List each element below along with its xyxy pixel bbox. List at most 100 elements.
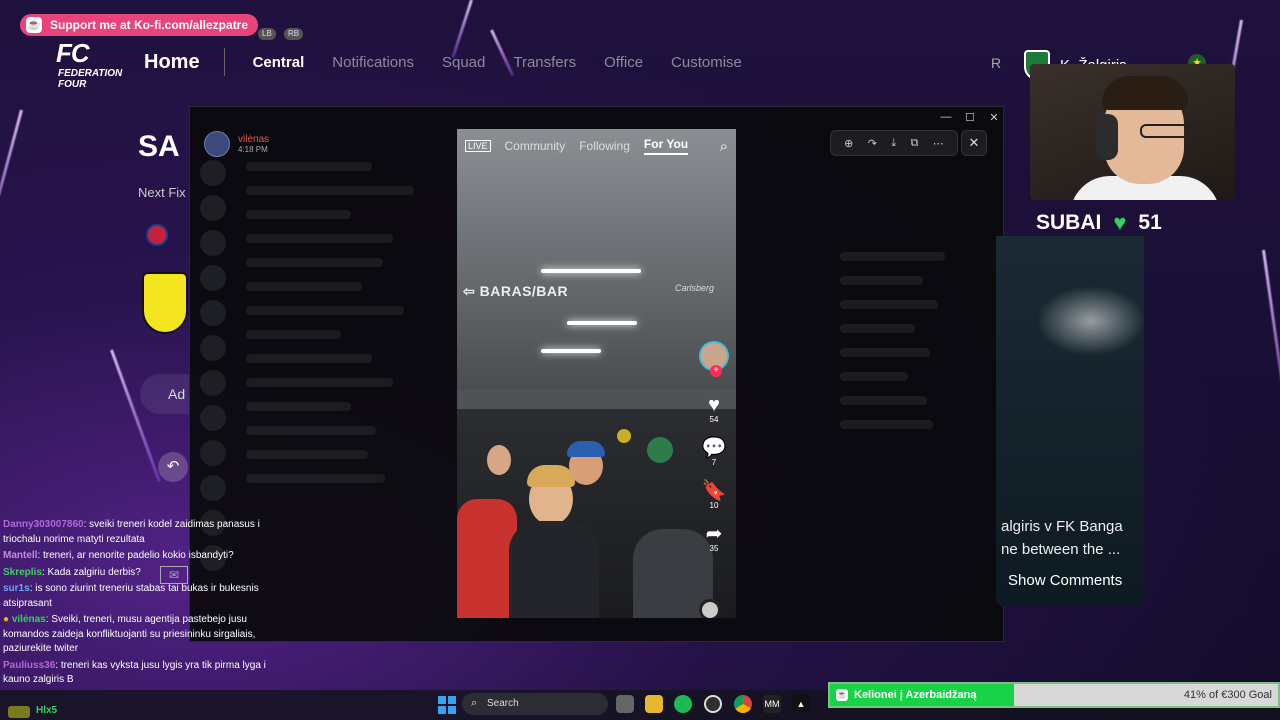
sub-counter-label: SUBAI [1036, 211, 1102, 234]
server-icon[interactable] [200, 265, 226, 291]
donation-goal-bar: ☕ Kelionei į Azerbaidžaną 41% of €300 Go… [828, 682, 1280, 708]
nav-home[interactable]: Home [144, 51, 200, 74]
post-time: 4:18 PM [238, 145, 268, 154]
chat-username[interactable]: Pauliuss36 [3, 660, 55, 671]
bookmark-icon[interactable]: 🔖 [697, 481, 731, 501]
app-mm-icon[interactable]: MM [763, 695, 781, 713]
back-icon[interactable]: ↶ [158, 452, 188, 482]
task-view-icon[interactable] [616, 695, 634, 713]
chat-username[interactable]: Mantell [3, 550, 37, 561]
server-icon[interactable] [200, 160, 226, 186]
video-person-hair [527, 465, 575, 487]
open-external-icon[interactable]: ⧉ [911, 137, 919, 150]
tab-following[interactable]: Following [579, 139, 630, 153]
show-comments-button[interactable]: Show Comments [1008, 572, 1122, 589]
sub-counter-value: 51 [1138, 211, 1162, 234]
obs-icon[interactable] [704, 695, 722, 713]
video-person [509, 521, 599, 618]
server-icon[interactable] [200, 335, 226, 361]
nav-notifications[interactable]: Notifications [332, 54, 414, 71]
video-person-bandana [567, 441, 605, 457]
zoom-icon[interactable]: ⊕ [844, 137, 853, 150]
video-person [487, 445, 511, 475]
server-icon[interactable] [200, 300, 226, 326]
comment-icon[interactable]: 💬 [697, 438, 731, 458]
tiktok-video-player[interactable]: ⇦ BARAS/BAR Carlsberg LIVE Community Fol… [457, 129, 736, 618]
video-lamp [541, 269, 641, 273]
search-icon: ⌕ [471, 697, 478, 709]
live-icon[interactable]: LIVE [465, 140, 491, 152]
tab-for-you[interactable]: For You [643, 137, 689, 155]
kofi-cup-icon: ☕ [836, 689, 848, 701]
video-person [647, 437, 673, 463]
weather-widget-icon[interactable] [8, 706, 30, 718]
lightning-bolt [0, 109, 23, 256]
chrome-icon[interactable] [734, 695, 752, 713]
music-disc-icon[interactable] [699, 599, 721, 618]
comment-count: 7 [711, 458, 717, 467]
video-brand-sign: Carlsberg [675, 283, 715, 293]
lightning-bolt [1262, 249, 1280, 419]
lightning-bolt [110, 349, 161, 483]
match-description: ne between the ... [1001, 541, 1121, 558]
chat-username[interactable]: sur1s [3, 583, 30, 594]
server-icon[interactable] [200, 440, 226, 466]
page-title-fragment: SA [138, 130, 180, 163]
server-icon[interactable] [200, 475, 226, 501]
nav-central[interactable]: Central [253, 54, 305, 71]
nav-customise[interactable]: Customise [671, 54, 742, 71]
chat-username[interactable]: Danny303007860 [3, 519, 84, 530]
creator-avatar[interactable]: + [699, 341, 729, 377]
lb-button-hint: LB [258, 28, 276, 40]
chat-text: : is sono ziurint treneriu stabas tai bu… [3, 583, 259, 609]
app-icon[interactable]: ▲ [792, 695, 810, 713]
kofi-banner-text: Support me at Ko-fi.com/allezpatre [50, 18, 249, 32]
search-icon[interactable]: ⌕ [720, 138, 728, 155]
viewer-close-button[interactable]: ✕ [961, 130, 987, 156]
windows-start-icon[interactable] [438, 696, 456, 714]
logo-mark: FC [56, 38, 90, 68]
chat-username[interactable]: vilėnas [12, 614, 46, 625]
tiktok-action-rail: + ♥ 54 💬 7 🔖 10 ➦ 35 [697, 341, 731, 567]
chat-username[interactable]: Skreplis [3, 567, 42, 578]
maximize-icon[interactable]: ☐ [962, 111, 978, 124]
video-lamp [541, 349, 601, 353]
server-icon[interactable] [200, 405, 226, 431]
minimize-icon[interactable]: — [938, 111, 954, 123]
share-count: 35 [709, 544, 719, 553]
forward-icon[interactable]: ↷ [868, 137, 877, 150]
donation-goal-label: ☕ Kelionei į Azerbaidžaną [836, 689, 976, 701]
author-name[interactable]: vilėnas [238, 134, 269, 145]
server-icon[interactable] [200, 370, 226, 396]
headphones-icon [1096, 114, 1118, 160]
more-icon[interactable]: ⋯ [933, 137, 944, 150]
tab-community[interactable]: Community [505, 139, 566, 153]
chat-message: Pauliuss36: treneri kas vyksta jusu lygi… [3, 659, 283, 688]
fc-logo: FC FEDERATION FOUR [56, 38, 122, 90]
donation-goal-title: Kelionei į Azerbaidžaną [854, 689, 977, 701]
video-lamp [567, 321, 637, 325]
opponent-crest-icon [146, 224, 168, 246]
follow-plus-icon[interactable]: + [710, 365, 722, 377]
like-heart-icon[interactable]: ♥ [697, 395, 731, 415]
taskbar-search[interactable]: ⌕ Search [462, 693, 608, 715]
top-nav: Home Central Notifications Squad Transfe… [144, 48, 770, 76]
window-close-icon[interactable]: ✕ [986, 111, 1002, 124]
nav-office[interactable]: Office [604, 54, 643, 71]
chat-message: ● vilėnas: Sveiki, treneri, musu agentij… [3, 613, 283, 657]
video-bar-sign: ⇦ BARAS/BAR [463, 283, 569, 299]
author-avatar[interactable] [204, 131, 230, 157]
download-icon[interactable]: ⤓ [891, 137, 896, 150]
nav-transfers[interactable]: Transfers [513, 54, 576, 71]
chat-message: Mantell: treneri, ar nenorite padelio ko… [3, 549, 283, 564]
file-explorer-icon[interactable] [645, 695, 663, 713]
rb-button-hint: RB [284, 28, 304, 40]
nav-squad[interactable]: Squad [442, 54, 485, 71]
share-icon[interactable]: ➦ [697, 524, 731, 544]
donation-goal-amount: 41% of €300 Goal [1183, 689, 1272, 701]
server-icon[interactable] [200, 230, 226, 256]
server-icon[interactable] [200, 195, 226, 221]
viewer-controls: ⊕ ↷ ⤓ ⧉ ⋯ [830, 130, 958, 156]
spotify-icon[interactable] [674, 695, 692, 713]
post-author: vilėnas 4:18 PM [204, 131, 269, 157]
